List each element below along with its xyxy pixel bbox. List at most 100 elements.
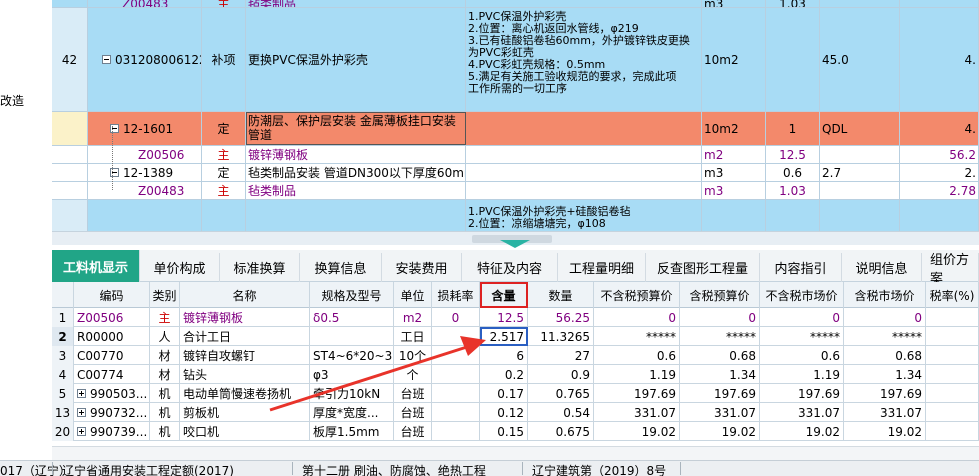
cell-tax[interactable]	[926, 422, 979, 441]
table-row[interactable]: 12-1389 定 毡类制品安装 管道DN300以下厚度60mm m3 0.6 …	[52, 164, 979, 182]
cell-loss[interactable]	[432, 365, 480, 384]
col-loss[interactable]: 损耗率	[432, 282, 480, 308]
cell-p1[interactable]: 197.69	[594, 384, 680, 403]
cell-content[interactable]: 6	[480, 346, 528, 365]
cell-unit[interactable]: 台班	[394, 422, 432, 441]
cell-spec[interactable]: 板厚1.5mm	[310, 422, 394, 441]
upper-grid[interactable]: Z00483 主 毡类制品 m3 1.03 42 031208006122 补项…	[52, 0, 979, 231]
cell-unit[interactable]: m2	[394, 308, 432, 327]
cell-p2[interactable]: 331.07	[680, 403, 760, 422]
cell-tax[interactable]	[926, 346, 979, 365]
cell-spec[interactable]	[310, 327, 394, 346]
cell-spec[interactable]: ST4~6*20~35	[310, 346, 394, 365]
cell-code[interactable]: R00000	[74, 327, 150, 346]
cell-p4[interactable]: 0.68	[844, 346, 926, 365]
cell-p2[interactable]: 197.69	[680, 384, 760, 403]
col-price-notax[interactable]: 不含税预算价	[594, 282, 680, 308]
table-row[interactable]: Z00483 主 毡类制品 m3 1.03	[52, 0, 979, 8]
cell-code[interactable]: Z00506	[74, 308, 150, 327]
expand-icon[interactable]	[77, 427, 86, 436]
cell-p3[interactable]: 331.07	[760, 403, 844, 422]
cell-p1[interactable]: 1.19	[594, 365, 680, 384]
col-code[interactable]: 编码	[74, 282, 150, 308]
resource-grid[interactable]: 编码 类别 名称 规格及型号 单位 损耗率 含量 数量 不含税预算价 含税预算价…	[52, 282, 979, 446]
col-market-notax[interactable]: 不含税市场价	[760, 282, 844, 308]
cell-kind[interactable]: 材	[150, 365, 180, 384]
table-row[interactable]: 1 Z00506 主镀锌薄钢板 δ0.5 m2 0 12.5 56.25 0 0 0 0	[52, 308, 979, 327]
cell-unit[interactable]: 台班	[394, 384, 432, 403]
cell-p1[interactable]: 0.6	[594, 346, 680, 365]
cell-p1[interactable]: 19.02	[594, 422, 680, 441]
cell-p4[interactable]: 0	[844, 308, 926, 327]
cell-p4[interactable]: 331.07	[844, 403, 926, 422]
cell-content[interactable]: 0.17	[480, 384, 528, 403]
cell-name[interactable]: 咬口机	[180, 422, 310, 441]
cell-p3[interactable]: 19.02	[760, 422, 844, 441]
col-spec[interactable]: 规格及型号	[310, 282, 394, 308]
cell-p4[interactable]: 1.34	[844, 365, 926, 384]
collapse-icon[interactable]	[102, 55, 111, 64]
cell-loss[interactable]	[432, 422, 480, 441]
cell-qty[interactable]: 56.25	[528, 308, 594, 327]
cell-name[interactable]: 合计工日	[180, 327, 310, 346]
cell-code[interactable]: C00774	[74, 365, 150, 384]
tab-conversion-info[interactable]: 换算信息	[300, 253, 382, 282]
cell-unit[interactable]: 个	[394, 365, 432, 384]
cell-name[interactable]: 剪板机	[180, 403, 310, 422]
cell-name[interactable]: 镀锌自攻螺钉	[180, 346, 310, 365]
tab-quantity-detail[interactable]: 工程量明细	[558, 253, 646, 282]
table-row[interactable]: 42 031208006122 补项 更换PVC保温外护彩壳 1.PVC保温外护…	[52, 8, 979, 112]
cell-qty[interactable]: 0.765	[528, 384, 594, 403]
cell-tax[interactable]	[926, 365, 979, 384]
cell-tax[interactable]	[926, 327, 979, 346]
cell-unit[interactable]: 10个	[394, 346, 432, 365]
col-qty[interactable]: 数量	[528, 282, 594, 308]
cell-p1[interactable]: 0	[594, 308, 680, 327]
cell-p3[interactable]: 1.19	[760, 365, 844, 384]
cell-tax[interactable]	[926, 384, 979, 403]
cell-p3[interactable]: 0	[760, 308, 844, 327]
cell-content[interactable]: 0.15	[480, 422, 528, 441]
tab-unit-price[interactable]: 单价构成	[140, 253, 220, 282]
cell-unit[interactable]: 台班	[394, 403, 432, 422]
col-name[interactable]: 名称	[180, 282, 310, 308]
cell-unit[interactable]: 工日	[394, 327, 432, 346]
cell-p3[interactable]: 0.6	[760, 346, 844, 365]
table-row[interactable]: 3 C00770 材镀锌自攻螺钉 ST4~6*20~35 10个 6 27 0.6 0.68 0.…	[52, 346, 979, 365]
cell-p1[interactable]: *****	[594, 327, 680, 346]
table-row[interactable]: 2 R00000 人合计工日 工日 2.517 11.3265 ***** ***** ****…	[52, 327, 979, 346]
cell-qty[interactable]: 27	[528, 346, 594, 365]
cell-kind[interactable]: 主	[150, 308, 180, 327]
cell-content[interactable]: 12.5	[480, 308, 528, 327]
cell-p3[interactable]: 197.69	[760, 384, 844, 403]
tab-labor-material-machine[interactable]: 工料机显示	[52, 250, 140, 282]
table-row-selected[interactable]: 12-1601 定 防潮层、保护层安装 金属薄板挂口安装 管道 10m2 1 Q…	[52, 112, 979, 146]
cell-kind[interactable]: 机	[150, 384, 180, 403]
tab-standard-conversion[interactable]: 标准换算	[220, 253, 300, 282]
cell-qty[interactable]: 0.9	[528, 365, 594, 384]
expand-icon[interactable]	[77, 389, 86, 398]
cell-loss[interactable]	[432, 327, 480, 346]
cell-p1[interactable]: 331.07	[594, 403, 680, 422]
cell-p2[interactable]: 1.34	[680, 365, 760, 384]
cell-p2[interactable]: 0.68	[680, 346, 760, 365]
cell-content[interactable]: 2.517	[480, 327, 528, 346]
row-name[interactable]: 防潮层、保护层安装 金属薄板挂口安装 管道	[246, 112, 466, 145]
cell-tax[interactable]	[926, 308, 979, 327]
cell-name[interactable]: 钻头	[180, 365, 310, 384]
cell-content[interactable]: 0.2	[480, 365, 528, 384]
table-row[interactable]: 20 990739... 机咬口机 板厚1.5mm 台班 0.15 0.675 19.02 19…	[52, 422, 979, 441]
cell-spec[interactable]: 厚度*宽度...	[310, 403, 394, 422]
cell-qty[interactable]: 11.3265	[528, 327, 594, 346]
col-price-tax[interactable]: 含税预算价	[680, 282, 760, 308]
cell-content[interactable]: 0.12	[480, 403, 528, 422]
table-row[interactable]: 4 C00774 材钻头 φ3 个 0.2 0.9 1.19 1.34 1.19 1.34	[52, 365, 979, 384]
table-row[interactable]: 13 990732... 机剪板机 厚度*宽度... 台班 0.12 0.54 331.07 3…	[52, 403, 979, 422]
tab-description[interactable]: 说明信息	[842, 253, 922, 282]
cell-spec[interactable]: φ3	[310, 365, 394, 384]
cell-p4[interactable]: 197.69	[844, 384, 926, 403]
table-row[interactable]: Z00483 主 毡类制品 m3 1.03 2.78	[52, 182, 979, 200]
cell-code[interactable]: 990732...	[74, 403, 150, 422]
cell-spec[interactable]: 牵引力10kN	[310, 384, 394, 403]
tab-content-guide[interactable]: 内容指引	[760, 253, 842, 282]
